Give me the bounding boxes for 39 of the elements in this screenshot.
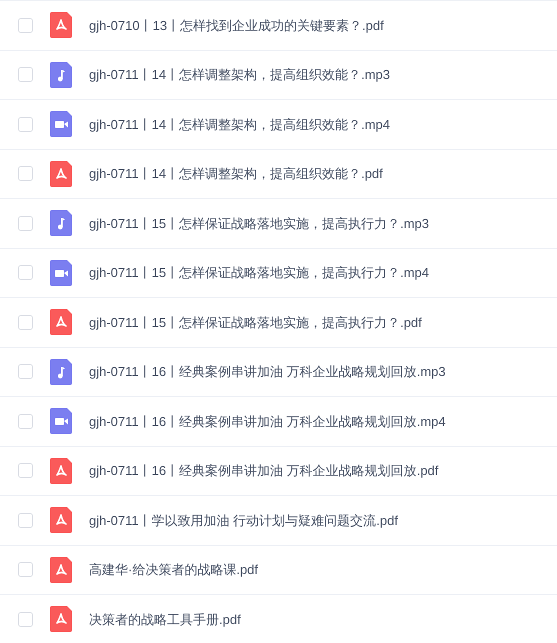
video-file-icon: [50, 408, 72, 434]
file-name[interactable]: gjh-0710丨13丨怎样找到企业成功的关键要素？.pdf: [89, 16, 384, 35]
file-name[interactable]: gjh-0711丨16丨经典案例串讲加油 万科企业战略规划回放.mp4: [89, 412, 446, 431]
file-name[interactable]: gjh-0711丨14丨怎样调整架构，提高组织效能？.mp3: [89, 65, 390, 84]
file-name[interactable]: gjh-0711丨15丨怎样保证战略落地实施，提高执行力？.pdf: [89, 312, 422, 332]
checkbox[interactable]: [18, 314, 33, 330]
pdf-file-icon: [50, 12, 72, 38]
pdf-file-icon: [50, 309, 72, 336]
file-name[interactable]: gjh-0711丨16丨经典案例串讲加油 万科企业战略规划回放.pdf: [89, 461, 438, 480]
checkbox[interactable]: [18, 612, 33, 627]
checkbox[interactable]: [18, 216, 33, 231]
checkbox[interactable]: [18, 265, 33, 280]
music-file-icon: [50, 62, 72, 88]
video-file-icon: [50, 260, 72, 286]
checkbox[interactable]: [18, 166, 33, 182]
pdf-file-icon: [50, 556, 72, 583]
checkbox[interactable]: [18, 463, 33, 478]
file-name[interactable]: gjh-0711丨15丨怎样保证战略落地实施，提高执行力？.mp3: [89, 214, 429, 233]
checkbox[interactable]: [18, 512, 33, 528]
pdf-file-icon: [50, 606, 72, 632]
music-file-icon: [50, 358, 72, 385]
file-name[interactable]: gjh-0711丨14丨怎样调整架构，提高组织效能？.pdf: [89, 164, 383, 184]
checkbox[interactable]: [18, 18, 33, 33]
pdf-file-icon: [50, 160, 72, 187]
file-name[interactable]: 高建华·给决策者的战略课.pdf: [89, 560, 258, 580]
file-name[interactable]: gjh-0711丨14丨怎样调整架构，提高组织效能？.mp4: [89, 114, 390, 134]
music-file-icon: [50, 210, 72, 236]
file-name[interactable]: gjh-0711丨16丨经典案例串讲加油 万科企业战略规划回放.mp3: [89, 362, 446, 382]
file-name[interactable]: 决策者的战略工具手册.pdf: [89, 610, 241, 629]
checkbox[interactable]: [18, 67, 33, 82]
video-file-icon: [50, 111, 72, 138]
checkbox[interactable]: [18, 562, 33, 578]
checkbox[interactable]: [18, 414, 33, 429]
pdf-file-icon: [50, 507, 72, 534]
file-name[interactable]: gjh-0711丨15丨怎样保证战略落地实施，提高执行力？.mp4: [89, 263, 429, 282]
pdf-file-icon: [50, 458, 72, 484]
file-name[interactable]: gjh-0711丨学以致用加油 行动计划与疑难问题交流.pdf: [89, 510, 398, 530]
checkbox[interactable]: [18, 116, 33, 132]
checkbox[interactable]: [18, 364, 33, 380]
